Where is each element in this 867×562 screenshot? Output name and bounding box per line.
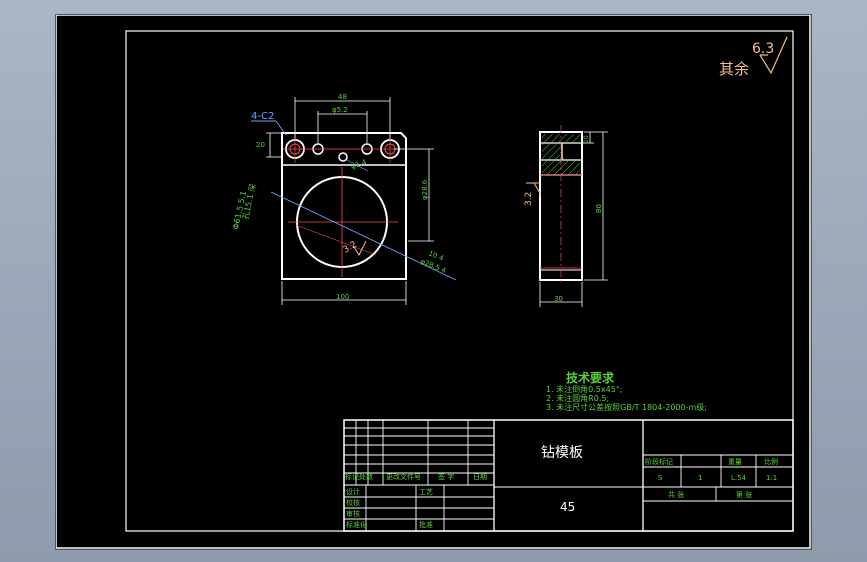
tech-req-item-3: 3. 未注尺寸公差按照GB/T 1804-2000-m级; <box>546 402 707 412</box>
tb-stage-label: 阶段标记 <box>645 457 673 466</box>
drawing-canvas: 其余 6.3 100 48 φ5.2 4-C2 20 φ28.6 φ1.4 Φ6… <box>56 15 811 549</box>
svg-text:φ5.2: φ5.2 <box>332 106 348 114</box>
roughness-bore: 3.2 <box>342 240 367 257</box>
roughness-side: 3.2 <box>524 182 541 206</box>
tb-header-mark: 标记 <box>345 472 359 481</box>
roughness-symbol: 其余 6.3 <box>719 36 788 78</box>
tb-weight-value: L.54 <box>731 474 747 482</box>
tb-row-design: 设计 <box>346 487 360 496</box>
dim-width: 100 <box>281 281 407 305</box>
dim-side-width: 30 <box>539 282 583 307</box>
dim-left: 20 <box>256 132 282 158</box>
title-block-text: 标记 处数 更改文件号 签 字 日期 设计 校核 审核 工艺 标准化 批准 阶段… <box>345 457 778 529</box>
dim-side-height: 80 <box>584 131 608 281</box>
tb-standardization: 标准化 <box>346 520 367 529</box>
svg-text:3.2: 3.2 <box>524 192 534 206</box>
outer-frame <box>56 15 811 549</box>
svg-text:80: 80 <box>595 204 603 213</box>
roughness-label: 其余 <box>719 60 749 78</box>
tb-approval: 批准 <box>419 520 433 529</box>
tb-scale-label: 比例 <box>764 457 778 466</box>
tech-req-title: 技术要求 <box>566 370 615 385</box>
tb-row-review: 审核 <box>346 509 360 518</box>
svg-text:4-C2: 4-C2 <box>251 111 274 122</box>
label-diag-note: φ28.5 4 <box>419 257 447 275</box>
tb-weight-label: 重量 <box>728 458 742 466</box>
dim-side-top: 10 <box>582 132 594 144</box>
tb-header-count: 处数 <box>359 472 373 481</box>
tb-header-sign: 签 字 <box>438 472 454 481</box>
tb-material: 45 <box>560 500 575 514</box>
tb-mark-value: 1 <box>698 474 702 482</box>
front-view: 100 48 φ5.2 4-C2 20 φ28.6 φ1.4 Φ61.5 5.1… <box>231 93 457 305</box>
cad-viewport[interactable]: 其余 6.3 100 48 φ5.2 4-C2 20 φ28.6 φ1.4 Φ6… <box>56 15 811 549</box>
roughness-value: 6.3 <box>752 41 774 57</box>
tech-requirements: 技术要求 1. 未注倒角0.5x45°; 2. 未注圆角R0.5; 3. 未注尺… <box>546 370 707 412</box>
inner-frame <box>125 30 794 532</box>
side-view: 80 10 30 3.2 <box>524 125 608 307</box>
svg-text:20: 20 <box>256 141 265 149</box>
tb-sheet-label: 第 张 <box>736 490 752 499</box>
tb-header-doc: 更改文件号 <box>386 472 421 481</box>
tb-stage-value: S <box>658 474 663 482</box>
dim-right-height: φ28.6 <box>394 148 434 242</box>
svg-text:10: 10 <box>583 135 590 143</box>
svg-text:100: 100 <box>336 293 349 301</box>
tb-scale-value: 1:1 <box>766 474 777 482</box>
tb-header-date: 日期 <box>473 473 487 481</box>
svg-text:3.2: 3.2 <box>342 240 359 256</box>
tb-row-check: 校核 <box>346 498 360 507</box>
tb-sheets-label: 共 张 <box>668 490 684 499</box>
tb-part-name: 钻模板 <box>541 445 583 461</box>
tb-row-process: 工艺 <box>419 488 433 496</box>
svg-text:48: 48 <box>338 93 347 101</box>
dim-hole-spacing: φ5.2 <box>317 106 368 143</box>
chamfer-callout: 4-C2 <box>251 111 287 136</box>
svg-text:30: 30 <box>554 295 563 303</box>
svg-text:φ28.6: φ28.6 <box>421 179 429 200</box>
tech-req-item-2: 2. 未注圆角R0.5; <box>546 393 609 403</box>
tech-req-item-1: 1. 未注倒角0.5x45°; <box>546 384 623 394</box>
label-center-hole: φ1.4 <box>350 158 368 171</box>
